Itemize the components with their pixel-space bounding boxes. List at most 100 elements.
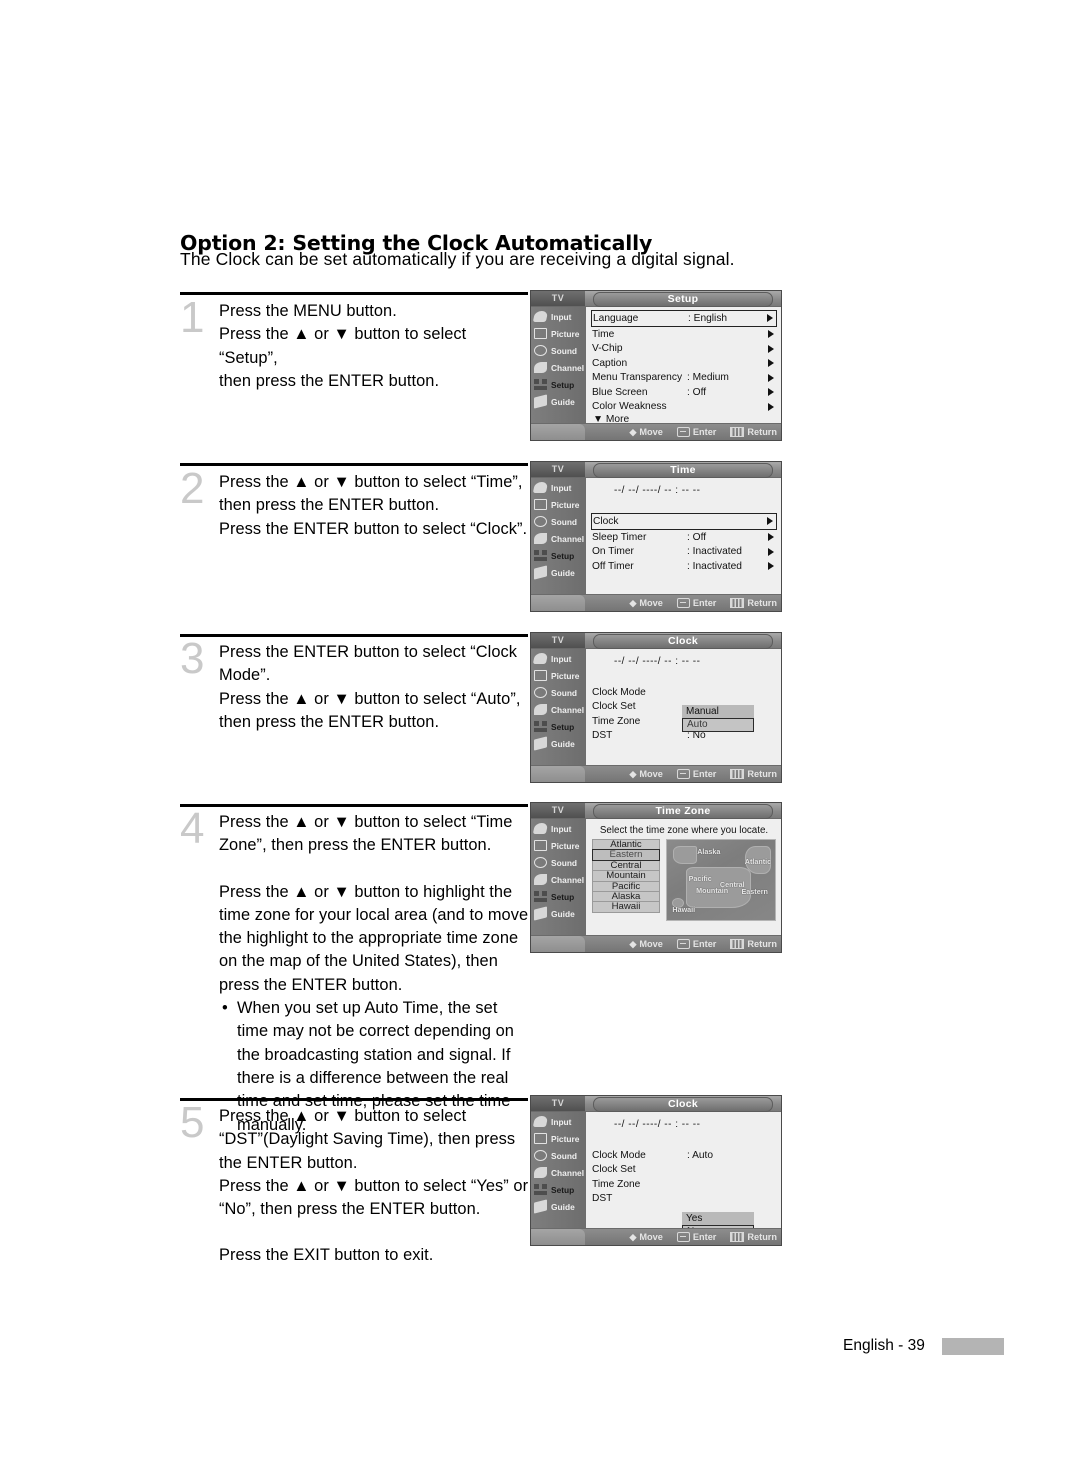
sidebar-item-guide[interactable]: Guide — [531, 564, 586, 581]
divider — [180, 804, 528, 807]
sidebar-item-input[interactable]: Input — [531, 650, 586, 667]
osd-sidebar: Input Picture Sound Channel Setup Guide — [531, 1112, 586, 1228]
sidebar-item-channel[interactable]: Channel — [531, 530, 586, 547]
chevron-right-icon — [767, 314, 773, 322]
sidebar-item-sound[interactable]: Sound — [531, 854, 586, 871]
osd-sidebar: Input Picture Sound Channel Setup Guide — [531, 307, 586, 423]
osd-sidebar: Input Picture Sound Channel Setup Guide — [531, 478, 586, 594]
sidebar-item-channel[interactable]: Channel — [531, 1164, 586, 1181]
menu-row-off-timer[interactable]: Off Timer : Inactivated — [592, 559, 776, 574]
sidebar-item-channel[interactable]: Channel — [531, 871, 586, 888]
manual-page: Option 2: Setting the Clock Automaticall… — [0, 0, 1080, 1473]
menu-row-clock-set[interactable]: Clock Set — [592, 1163, 776, 1178]
hint-enter: Enter — [676, 598, 716, 608]
step-text: Press the MENU button. Press the ▲ or ▼ … — [219, 300, 529, 393]
picture-icon — [532, 498, 549, 511]
osd-footer: ◆ Move Enter Return — [531, 594, 781, 611]
time-zone-option-hawaii[interactable]: Hawaii — [592, 901, 660, 913]
sound-icon — [532, 515, 549, 528]
osd-content: Language : English Time V-Chip Caption M… — [586, 307, 781, 425]
hint-enter: Enter — [676, 427, 716, 437]
osd-titlebar: TV Clock — [531, 633, 781, 649]
sidebar-item-label: Picture — [551, 670, 580, 681]
sidebar-item-setup[interactable]: Setup — [531, 547, 586, 564]
sidebar-item-picture[interactable]: Picture — [531, 667, 586, 684]
sidebar-item-channel[interactable]: Channel — [531, 701, 586, 718]
hint-label: Enter — [692, 939, 717, 949]
sidebar-item-guide[interactable]: Guide — [531, 735, 586, 752]
sidebar-item-input[interactable]: Input — [531, 1113, 586, 1130]
footer-tab — [531, 1229, 585, 1245]
sidebar-item-sound[interactable]: Sound — [531, 513, 586, 530]
menu-row-time-zone[interactable]: Time Zone — [592, 1177, 776, 1192]
osd-footer: ◆ Move Enter Return — [531, 423, 781, 440]
input-icon — [532, 481, 549, 494]
sidebar-item-picture[interactable]: Picture — [531, 1130, 586, 1147]
sidebar-item-setup[interactable]: Setup — [531, 888, 586, 905]
menu-row-vchip[interactable]: V-Chip — [592, 342, 776, 357]
sidebar-item-guide[interactable]: Guide — [531, 1198, 586, 1215]
menu-row-dst[interactable]: DST — [592, 1192, 776, 1207]
step-text: Press the ▲ or ▼ button to select “Time … — [219, 811, 529, 1137]
hint-label: Enter — [692, 1232, 717, 1242]
clock-mode-dropdown[interactable]: Manual Auto — [682, 705, 754, 732]
hint-label: Move — [639, 598, 663, 608]
hint-label: Return — [747, 769, 777, 779]
footer-tab — [531, 766, 585, 782]
setup-icon — [532, 890, 549, 903]
row-label: Clock Set — [592, 1164, 636, 1176]
chevron-right-icon — [768, 359, 774, 367]
sidebar-item-setup[interactable]: Setup — [531, 1181, 586, 1198]
step-number: 2 — [180, 464, 205, 513]
sidebar-item-picture[interactable]: Picture — [531, 325, 586, 342]
footer-tab — [531, 595, 585, 611]
osd-footer: ◆ Move Enter Return — [531, 765, 781, 782]
menu-row-blue-screen[interactable]: Blue Screen : Off — [592, 385, 776, 400]
sidebar-item-picture[interactable]: Picture — [531, 837, 586, 854]
menu-row-clock-mode[interactable]: Clock Mode — [592, 685, 776, 700]
updown-arrow-icon: ◆ — [629, 426, 637, 437]
hint-label: Return — [747, 1232, 777, 1242]
enter-key-icon — [676, 939, 690, 949]
sidebar-item-picture[interactable]: Picture — [531, 496, 586, 513]
sidebar-item-label: Channel — [551, 704, 585, 715]
sidebar-item-label: Channel — [551, 362, 585, 373]
row-value: : English — [688, 313, 728, 324]
sidebar-item-input[interactable]: Input — [531, 308, 586, 325]
step-line: Press the ENTER button to select “Clock — [219, 643, 518, 661]
hint-return: Return — [730, 1232, 777, 1242]
sidebar-item-label: Setup — [551, 1184, 575, 1195]
sidebar-item-setup[interactable]: Setup — [531, 718, 586, 735]
menu-row-sleep-timer[interactable]: Sleep Timer : Off — [592, 530, 776, 545]
menu-row-caption[interactable]: Caption — [592, 356, 776, 371]
sidebar-item-channel[interactable]: Channel — [531, 359, 586, 376]
sidebar-item-guide[interactable]: Guide — [531, 393, 586, 410]
menu-row-on-timer[interactable]: On Timer : Inactivated — [592, 545, 776, 560]
step-line: Press the ▲ or ▼ button to select “Auto”… — [219, 689, 521, 708]
dropdown-option-auto[interactable]: Auto — [682, 718, 754, 732]
sidebar-item-input[interactable]: Input — [531, 820, 586, 837]
sidebar-item-input[interactable]: Input — [531, 479, 586, 496]
menu-row-color-weakness[interactable]: Color Weakness — [592, 400, 776, 415]
menu-row-menu-transparency[interactable]: Menu Transparency : Medium — [592, 371, 776, 386]
row-label: V-Chip — [592, 343, 623, 355]
menu-row-clock-mode[interactable]: Clock Mode : Auto — [592, 1148, 776, 1163]
menu-row-time[interactable]: Time — [592, 327, 776, 342]
osd-clock-dst-screen: TV Clock Input Picture Sound Channel Set… — [530, 1095, 782, 1246]
osd-title: Setup — [593, 292, 773, 307]
enter-key-icon — [676, 598, 690, 608]
sidebar-item-label: Picture — [551, 1133, 580, 1144]
sidebar-item-setup[interactable]: Setup — [531, 376, 586, 393]
guide-icon — [532, 565, 549, 580]
sidebar-item-sound[interactable]: Sound — [531, 1147, 586, 1164]
updown-arrow-icon: ◆ — [629, 938, 637, 949]
time-zone-option-eastern[interactable]: Eastern — [592, 849, 660, 861]
menu-row-language[interactable]: Language : English — [591, 310, 777, 327]
dropdown-option-yes[interactable]: Yes — [682, 1212, 754, 1225]
sidebar-item-sound[interactable]: Sound — [531, 342, 586, 359]
menu-row-clock[interactable]: Clock — [591, 513, 777, 530]
sidebar-item-sound[interactable]: Sound — [531, 684, 586, 701]
sidebar-item-label: Input — [551, 482, 572, 493]
sidebar-item-guide[interactable]: Guide — [531, 905, 586, 922]
dropdown-option-manual[interactable]: Manual — [682, 705, 754, 718]
